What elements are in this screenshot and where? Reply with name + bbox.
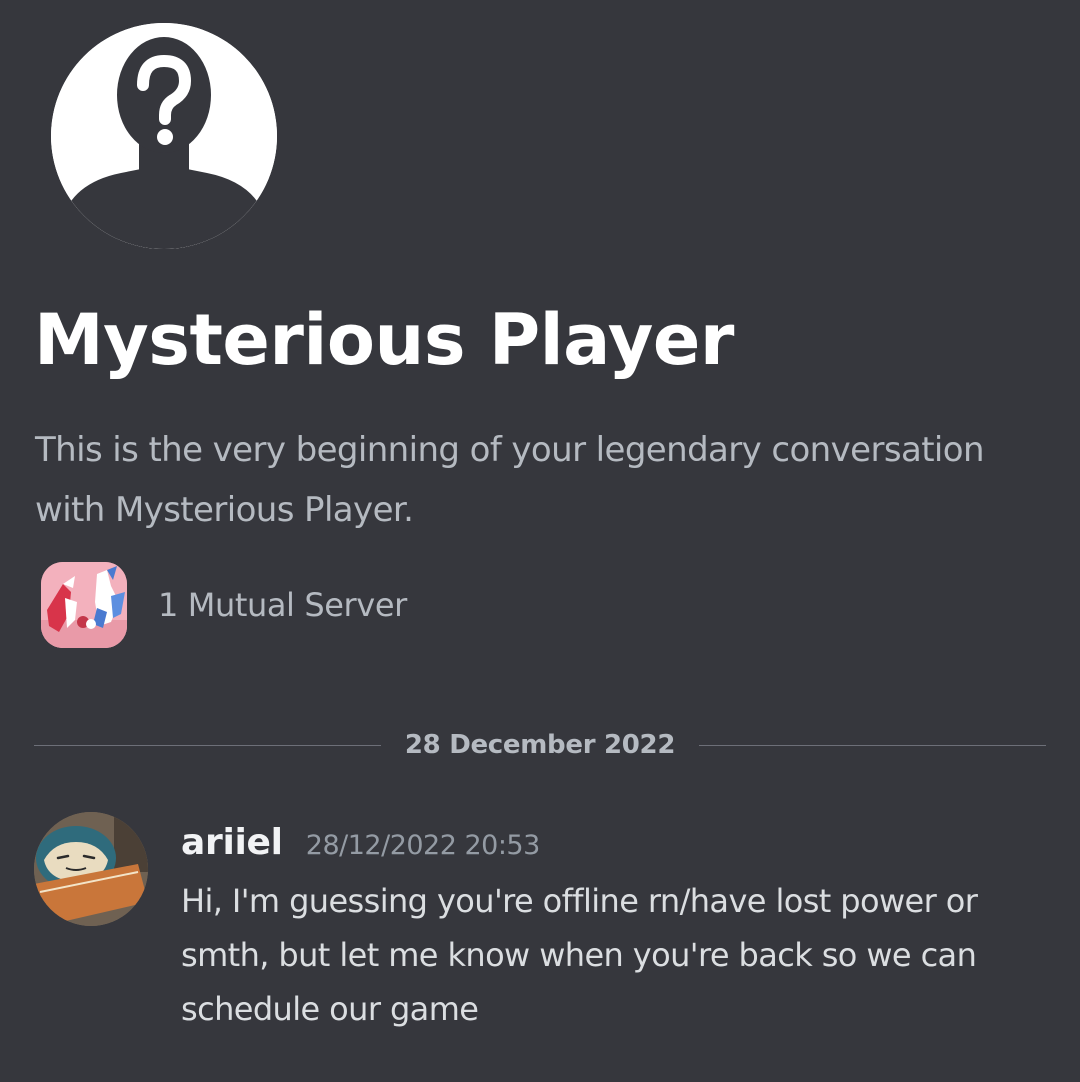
- message-author[interactable]: ariiel: [181, 822, 283, 863]
- divider-line-left: [34, 744, 381, 746]
- date-divider: 28 December 2022: [34, 722, 1046, 768]
- unknown-user-icon: [51, 23, 277, 249]
- message-header: ariiel 28/12/2022 20:53: [181, 822, 540, 863]
- message-timestamp: 28/12/2022 20:53: [305, 830, 541, 861]
- message-content: Hi, I'm guessing you're offline rn/have …: [181, 882, 978, 1028]
- mutual-servers-button[interactable]: 1 Mutual Server: [41, 562, 407, 648]
- profile-avatar[interactable]: [51, 23, 277, 249]
- server-icon: [41, 562, 127, 648]
- divider-line-right: [699, 744, 1046, 746]
- conversation-intro-text: This is the very beginning of your legen…: [35, 430, 985, 530]
- message-author-avatar[interactable]: [34, 812, 148, 926]
- mutual-server-count: 1 Mutual Server: [158, 586, 407, 624]
- profile-name: Mysterious Player: [34, 299, 734, 381]
- divider-date: 28 December 2022: [404, 730, 676, 760]
